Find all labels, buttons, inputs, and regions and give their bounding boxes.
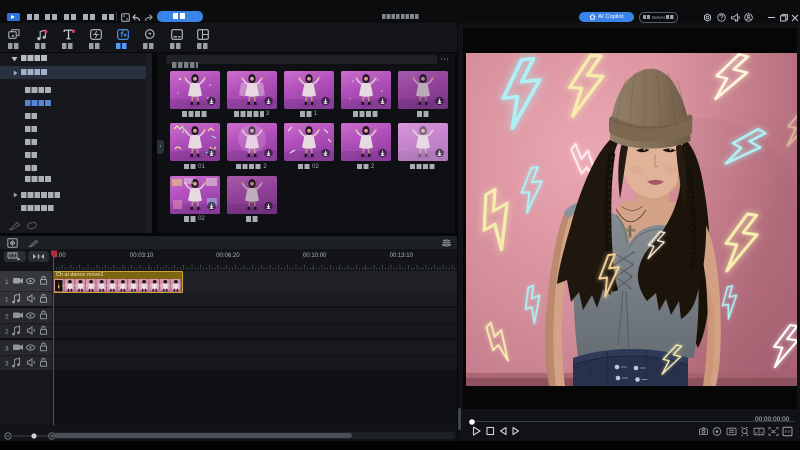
svg-text:2: 2 [5, 314, 9, 321]
svg-text:1: 1 [5, 297, 9, 304]
svg-text:3: 3 [5, 346, 9, 353]
svg-text:3: 3 [5, 361, 9, 368]
svg-text:1: 1 [5, 279, 9, 286]
svg-text:2: 2 [5, 329, 9, 336]
